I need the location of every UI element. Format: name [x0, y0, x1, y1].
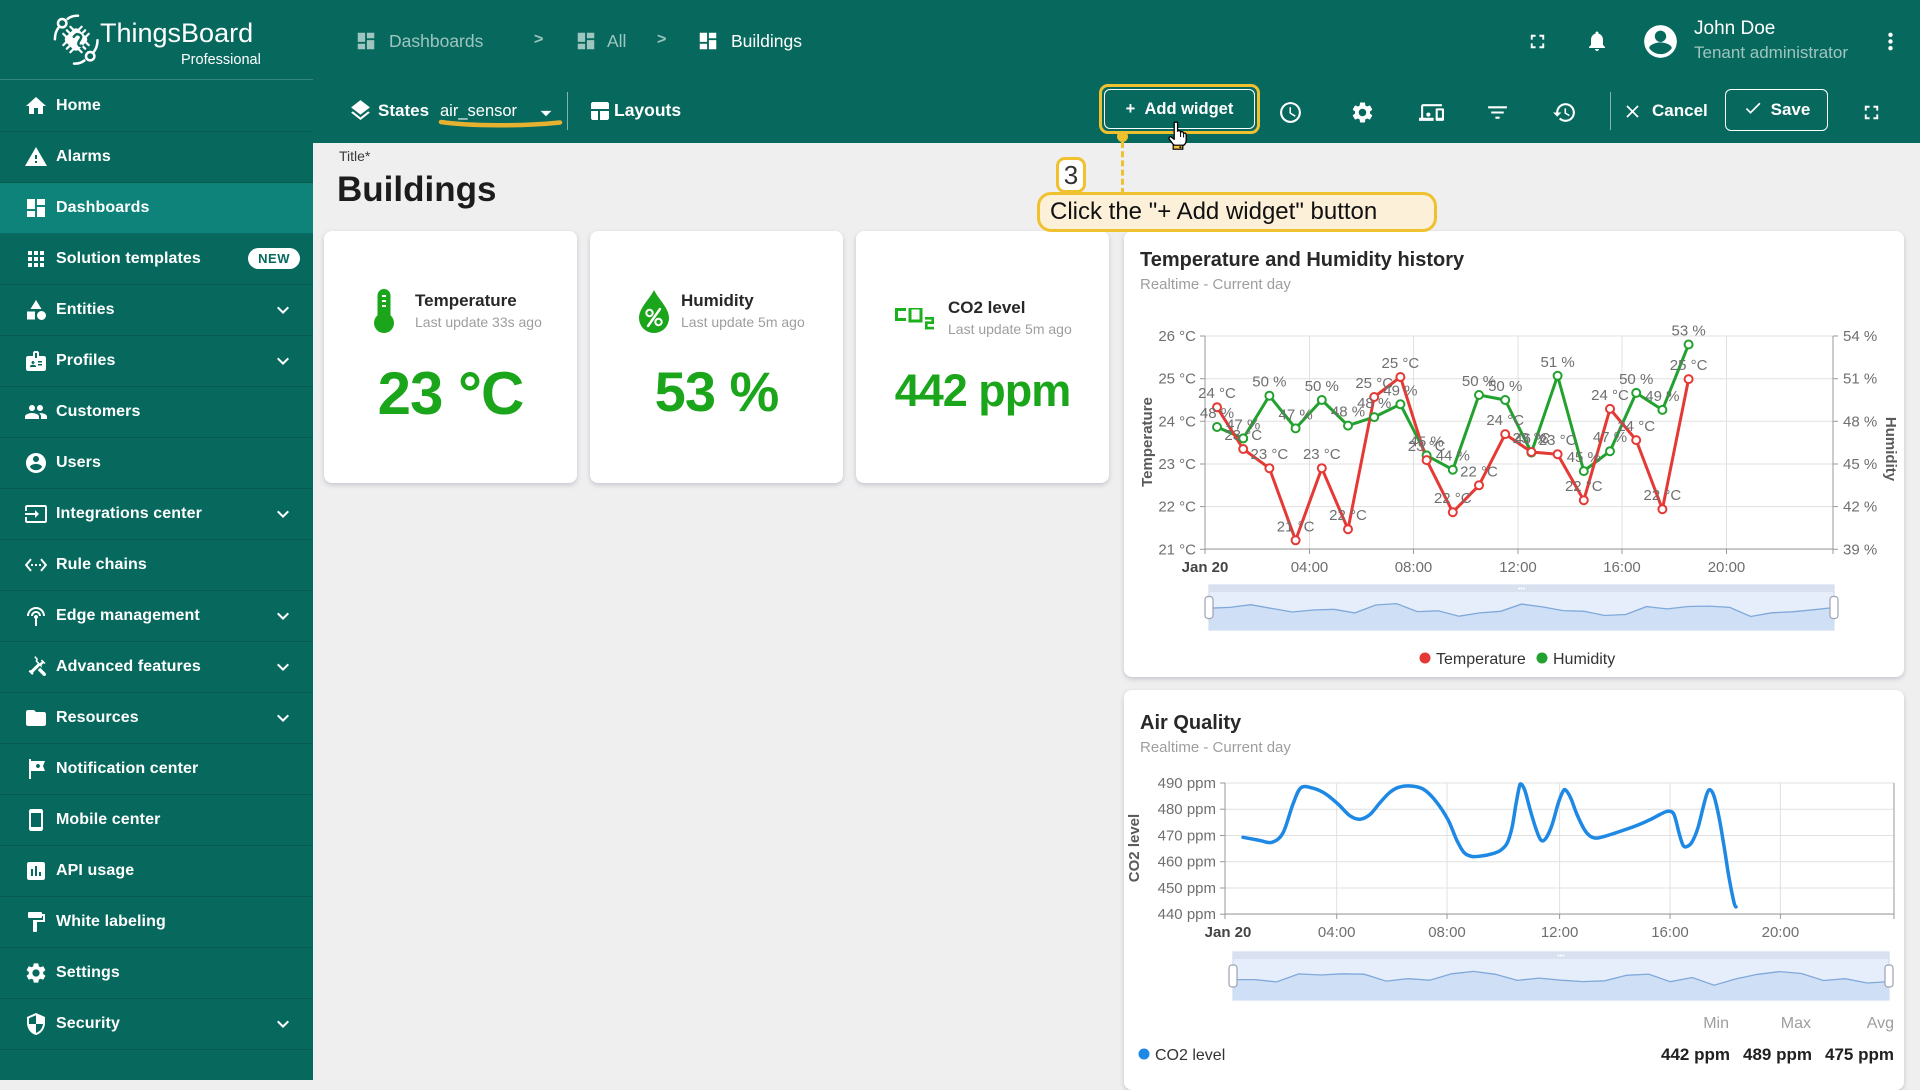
svg-text:39 %: 39 %	[1843, 541, 1877, 558]
svg-text:490 ppm: 490 ppm	[1158, 775, 1216, 792]
svg-text:440 ppm: 440 ppm	[1158, 906, 1216, 923]
svg-text:42 %: 42 %	[1843, 499, 1877, 516]
svg-text:08:00: 08:00	[1428, 924, 1466, 941]
svg-text:475 ppm: 475 ppm	[1825, 1045, 1894, 1064]
svg-text:51 %: 51 %	[1540, 354, 1574, 371]
svg-text:22 °C: 22 °C	[1158, 499, 1196, 516]
svg-text:04:00: 04:00	[1318, 924, 1356, 941]
svg-text:50 %: 50 %	[1488, 378, 1522, 395]
svg-text:23 °C: 23 °C	[1303, 446, 1341, 463]
svg-text:47 %: 47 %	[1226, 416, 1260, 433]
svg-text:450 ppm: 450 ppm	[1158, 880, 1216, 897]
svg-text:460 ppm: 460 ppm	[1158, 854, 1216, 871]
svg-text:26 °C: 26 °C	[1158, 328, 1196, 345]
svg-text:•••: •••	[1518, 586, 1526, 593]
svg-text:48 %: 48 %	[1843, 413, 1877, 430]
svg-text:Min: Min	[1703, 1015, 1729, 1032]
svg-text:20:00: 20:00	[1762, 924, 1800, 941]
svg-text:Temperature: Temperature	[1139, 397, 1156, 487]
svg-text:47 %: 47 %	[1593, 429, 1627, 446]
svg-text:21 °C: 21 °C	[1158, 541, 1196, 558]
svg-text:24 °C: 24 °C	[1198, 385, 1236, 402]
svg-text:442 ppm: 442 ppm	[1661, 1045, 1730, 1064]
svg-text:Humidity: Humidity	[1553, 651, 1615, 668]
svg-text:22 °C: 22 °C	[1460, 463, 1498, 480]
svg-text:22 °C: 22 °C	[1329, 507, 1367, 524]
svg-text:50 %: 50 %	[1619, 371, 1653, 388]
svg-text:04:00: 04:00	[1291, 559, 1329, 576]
svg-text:45 %: 45 %	[1843, 456, 1877, 473]
svg-text:24 °C: 24 °C	[1486, 412, 1524, 429]
svg-text:16:00: 16:00	[1651, 924, 1689, 941]
svg-text:CO2 level: CO2 level	[1155, 1047, 1225, 1064]
svg-text:Max: Max	[1781, 1015, 1811, 1032]
svg-text:46 %: 46 %	[1514, 431, 1548, 448]
svg-text:Humidity: Humidity	[1882, 417, 1899, 482]
svg-text:22 °C: 22 °C	[1644, 487, 1682, 504]
svg-text:25 °C: 25 °C	[1670, 357, 1708, 374]
svg-text:08:00: 08:00	[1395, 559, 1433, 576]
svg-text:51 %: 51 %	[1843, 371, 1877, 388]
svg-text:470 ppm: 470 ppm	[1158, 828, 1216, 845]
svg-text:50 %: 50 %	[1252, 374, 1286, 391]
svg-text:12:00: 12:00	[1499, 559, 1537, 576]
svg-text:50 %: 50 %	[1305, 378, 1339, 395]
svg-text:CO2 level: CO2 level	[1126, 814, 1143, 882]
svg-text:Avg: Avg	[1867, 1015, 1894, 1032]
svg-text:Temperature: Temperature	[1436, 651, 1526, 668]
svg-text:47 %: 47 %	[1278, 406, 1312, 423]
svg-text:49 %: 49 %	[1645, 388, 1679, 405]
svg-text:16:00: 16:00	[1603, 559, 1641, 576]
svg-text:Jan 20: Jan 20	[1182, 559, 1229, 576]
svg-text:22 °C: 22 °C	[1565, 478, 1603, 495]
svg-text:23 °C: 23 °C	[1251, 446, 1289, 463]
svg-text:49 %: 49 %	[1383, 382, 1417, 399]
svg-text:53 %: 53 %	[1671, 323, 1705, 340]
svg-text:25 °C: 25 °C	[1382, 355, 1420, 372]
svg-text:22 °C: 22 °C	[1434, 490, 1472, 507]
svg-text:24 °C: 24 °C	[1591, 387, 1629, 404]
svg-text:24 °C: 24 °C	[1158, 413, 1196, 430]
svg-text:489 ppm: 489 ppm	[1743, 1045, 1812, 1064]
svg-text:21 °C: 21 °C	[1277, 518, 1315, 535]
svg-text:480 ppm: 480 ppm	[1158, 801, 1216, 818]
svg-text:•••: •••	[1557, 953, 1565, 960]
svg-text:54 %: 54 %	[1843, 328, 1877, 345]
svg-text:Jan 20: Jan 20	[1205, 924, 1252, 941]
svg-text:44 %: 44 %	[1436, 448, 1470, 465]
svg-text:45 %: 45 %	[1567, 449, 1601, 466]
svg-text:12:00: 12:00	[1541, 924, 1579, 941]
svg-text:25 °C: 25 °C	[1158, 371, 1196, 388]
svg-text:20:00: 20:00	[1708, 559, 1746, 576]
svg-text:23 °C: 23 °C	[1158, 456, 1196, 473]
